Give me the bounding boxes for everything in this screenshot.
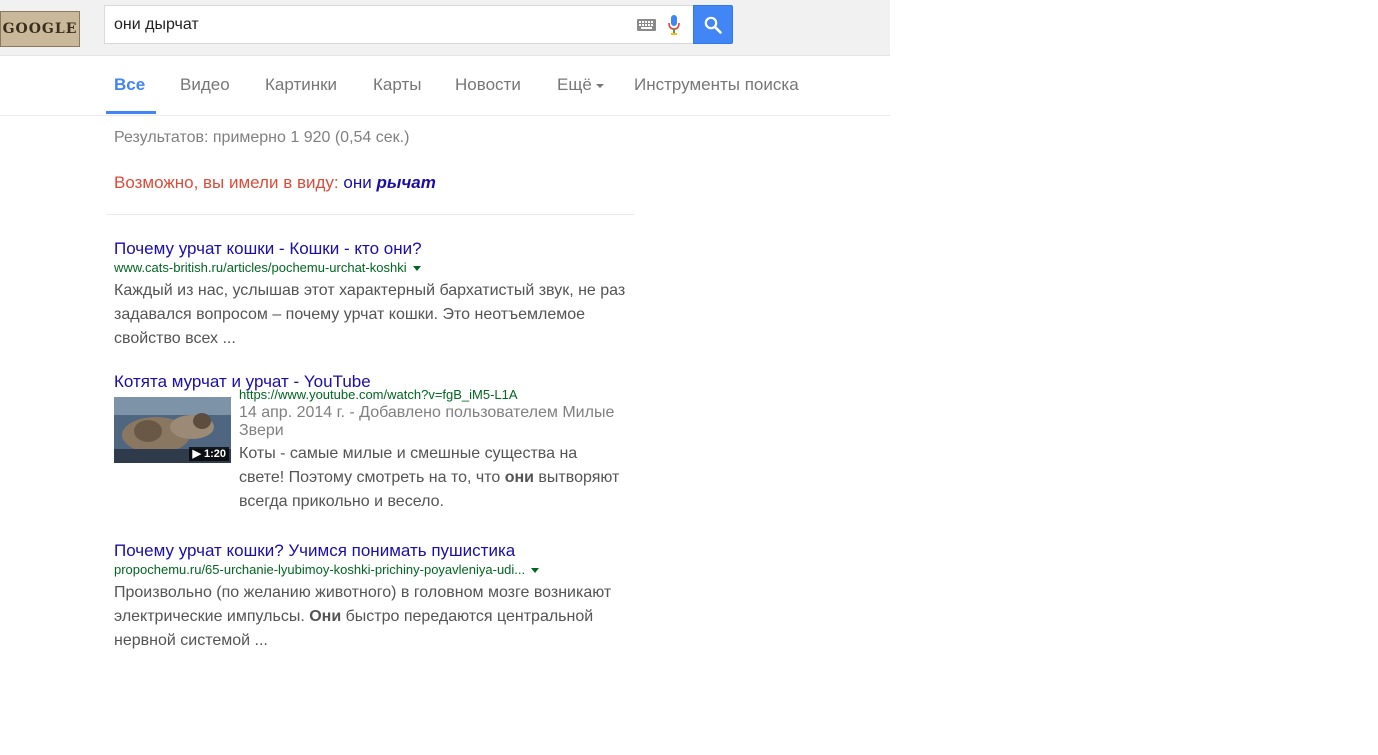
result-snippet: Каждый из нас, услышав этот характерный … — [114, 282, 626, 347]
did-you-mean-plain: они — [343, 173, 372, 192]
result-url: www.cats-british.ru/articles/pochemu-urc… — [114, 259, 626, 277]
search-result: Почему урчат кошки? Учимся понимать пуши… — [114, 541, 626, 653]
result-title-link[interactable]: Почему урчат кошки? Учимся понимать пуши… — [114, 541, 626, 561]
tab-video[interactable]: Видео — [180, 75, 230, 95]
video-meta: 14 апр. 2014 г. - Добавлено пользователе… — [239, 404, 615, 439]
top-bar: GOOGLE — [0, 0, 890, 56]
snippet-bold: Они — [309, 608, 342, 625]
tab-all[interactable]: Все — [114, 75, 145, 95]
search-box[interactable] — [104, 5, 693, 44]
keyboard-icon[interactable] — [637, 19, 656, 31]
tab-maps[interactable]: Карты — [373, 75, 421, 95]
video-thumbnail[interactable]: ▶ 1:20 — [114, 397, 231, 463]
did-you-mean-link[interactable]: они рычат — [343, 173, 435, 192]
result-url: propochemu.ru/65-urchanie-lyubimoy-koshk… — [114, 561, 626, 579]
tab-news[interactable]: Новости — [455, 75, 521, 95]
google-doodle-logo[interactable]: GOOGLE — [0, 11, 80, 47]
active-tab-indicator — [106, 111, 156, 114]
tab-images[interactable]: Картинки — [265, 75, 337, 95]
url-dropdown-arrow-icon[interactable] — [412, 266, 421, 272]
result-url-text: www.cats-british.ru/articles/pochemu-urc… — [114, 260, 407, 275]
result-url: https://www.youtube.com/watch?v=fgB_iM5-… — [239, 387, 518, 402]
microphone-icon[interactable] — [668, 15, 680, 35]
did-you-mean-prefix: Возможно, вы имели в виду: — [114, 173, 339, 192]
chevron-down-icon — [595, 83, 604, 88]
did-you-mean-bold: рычат — [376, 173, 436, 192]
result-snippet: Произвольно (по желанию животного) в гол… — [114, 581, 626, 653]
did-you-mean: Возможно, вы имели в виду: они рычат — [114, 173, 436, 193]
search-icon — [704, 16, 722, 34]
tab-search-tools[interactable]: Инструменты поиска — [634, 75, 799, 95]
video-result: Котята мурчат и урчат - YouTube ▶ 1:20 h… — [114, 372, 626, 522]
search-input[interactable] — [114, 15, 614, 35]
search-tabs: Все Видео Картинки Карты Новости Ещё Инс… — [0, 56, 890, 116]
snippet-bold: они — [504, 469, 534, 486]
tab-more-label: Ещё — [557, 75, 592, 94]
result-stats: Результатов: примерно 1 920 (0,54 сек.) — [114, 129, 410, 146]
tab-more[interactable]: Ещё — [557, 75, 604, 95]
video-duration: ▶ 1:20 — [189, 447, 229, 461]
result-snippet: Коты - самые милые и смешные существа на… — [239, 442, 626, 514]
search-result: Почему урчат кошки - Кошки - кто они? ww… — [114, 239, 626, 351]
video-details: https://www.youtube.com/watch?v=fgB_iM5-… — [239, 386, 626, 514]
result-title-link[interactable]: Почему урчат кошки - Кошки - кто они? — [114, 239, 626, 259]
result-url-text: propochemu.ru/65-urchanie-lyubimoy-koshk… — [114, 562, 526, 577]
logo-text: GOOGLE — [2, 21, 78, 37]
search-button[interactable] — [693, 5, 733, 44]
divider — [106, 214, 634, 215]
url-dropdown-arrow-icon[interactable] — [531, 568, 540, 574]
